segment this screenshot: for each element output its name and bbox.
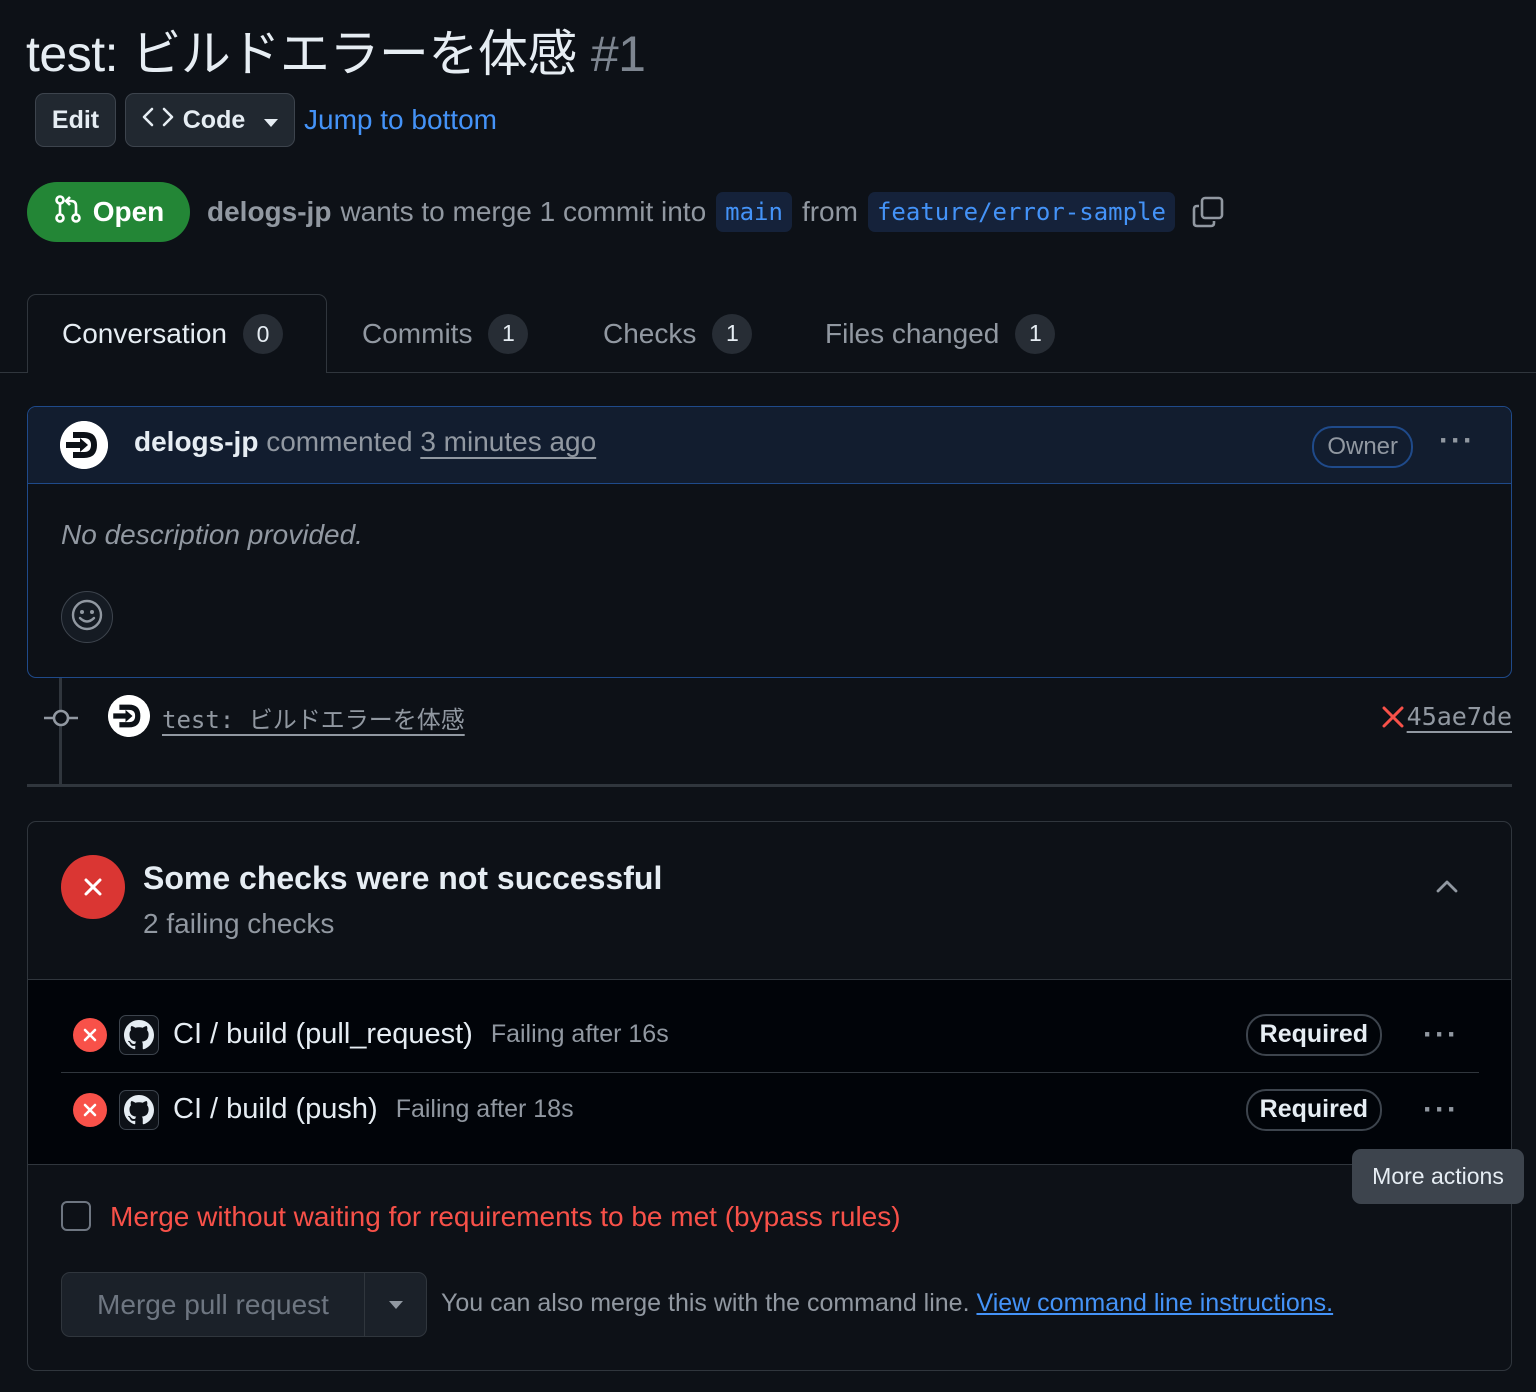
copy-icon[interactable] <box>1191 195 1225 229</box>
more-actions-icon[interactable]: ··· <box>1423 1020 1459 1050</box>
add-reaction-button[interactable] <box>61 591 113 643</box>
check-row: CI / build (push) Failing after 18s Requ… <box>61 1072 1479 1147</box>
tab-files-changed[interactable]: Files changed 1 <box>825 294 1056 373</box>
chevron-up-icon[interactable] <box>1435 878 1459 899</box>
edit-button[interactable]: Edit <box>35 93 116 147</box>
command-line-instructions-link[interactable]: View command line instructions. <box>976 1289 1333 1317</box>
state-badge: Open <box>27 182 190 242</box>
jump-to-bottom-link[interactable]: Jump to bottom <box>304 104 497 136</box>
kebab-menu-icon[interactable]: ··· <box>1439 426 1475 456</box>
head-branch[interactable]: feature/error-sample <box>867 192 1175 232</box>
checks-title: Some checks were not successful <box>143 860 663 896</box>
pr-meta: delogs-jp wants to merge 1 commit into m… <box>207 184 1225 240</box>
merge-text: wants to merge 1 commit into <box>340 196 707 227</box>
command-line-hint: You can also merge this with the command… <box>441 1289 1333 1318</box>
more-actions-tooltip: More actions <box>1352 1149 1524 1204</box>
state-label: Open <box>92 196 165 227</box>
commit-item: test: ビルドエラーを体感 45ae7de <box>0 690 1536 746</box>
commit-message-link[interactable]: test: ビルドエラーを体感 <box>162 700 465 735</box>
tab-conversation[interactable]: Conversation 0 <box>27 294 327 373</box>
comment-meta: delogs-jp commented 3 minutes ago <box>134 426 596 458</box>
page-title: test: ビルドエラーを体感 #1 <box>26 14 646 86</box>
tab-count: 1 <box>712 313 753 354</box>
more-actions-icon[interactable]: ··· <box>1423 1095 1459 1125</box>
git-pull-request-icon <box>53 194 83 231</box>
tab-count: 0 <box>242 314 283 354</box>
required-badge: Required <box>1245 1088 1382 1131</box>
required-badge: Required <box>1245 1013 1382 1056</box>
check-status: Failing after 16s <box>490 1020 669 1048</box>
merge-box: Some checks were not successful 2 failin… <box>27 821 1512 1371</box>
checks-failed-icon <box>61 855 125 919</box>
avatar[interactable] <box>60 421 108 469</box>
check-name[interactable]: CI / build (pull_request) <box>173 1018 473 1051</box>
comment-header: delogs-jp commented 3 minutes ago Owner … <box>28 407 1511 484</box>
check-failed-icon <box>73 1017 107 1052</box>
merge-pull-request-button[interactable]: Merge pull request <box>62 1273 365 1336</box>
from-text: from <box>801 196 858 227</box>
comment-action: commented <box>266 426 413 457</box>
tab-commits[interactable]: Commits 1 <box>362 294 529 373</box>
command-line-text: You can also merge this with the command… <box>441 1289 970 1317</box>
pr-title: test: ビルドエラーを体感 <box>26 26 577 82</box>
comment-card: delogs-jp commented 3 minutes ago Owner … <box>27 406 1512 678</box>
caret-down-icon <box>263 106 279 135</box>
author-link[interactable]: delogs-jp <box>207 196 331 228</box>
code-icon <box>141 105 175 136</box>
checks-subtitle: 2 failing checks <box>143 908 335 939</box>
code-button[interactable]: Code <box>125 93 295 147</box>
pr-number: #1 <box>590 26 646 82</box>
comment-time[interactable]: 3 minutes ago <box>420 426 596 457</box>
bypass-label[interactable]: Merge without waiting for requirements t… <box>110 1201 901 1233</box>
merge-options-dropdown[interactable] <box>365 1273 426 1336</box>
check-status: Failing after 18s <box>395 1095 574 1123</box>
tab-label: Files changed <box>825 317 1000 349</box>
x-fail-icon[interactable] <box>1380 704 1406 735</box>
base-branch[interactable]: main <box>716 192 792 232</box>
tab-label: Checks <box>603 317 697 349</box>
tab-count: 1 <box>488 313 529 354</box>
github-icon <box>119 1014 159 1055</box>
timeline-divider <box>27 784 1512 787</box>
tab-label: Commits <box>362 317 473 349</box>
tab-label: Conversation <box>62 318 227 349</box>
check-failed-icon <box>73 1092 107 1127</box>
checks-list: CI / build (pull_request) Failing after … <box>28 979 1511 1165</box>
comment-body: No description provided. <box>61 519 363 550</box>
merge-button-group: Merge pull request <box>61 1272 427 1337</box>
bypass-checkbox[interactable] <box>61 1201 91 1231</box>
check-name[interactable]: CI / build (push) <box>173 1093 378 1126</box>
smiley-icon <box>70 598 104 637</box>
code-button-label: Code <box>182 105 246 134</box>
check-row: CI / build (pull_request) Failing after … <box>61 997 1479 1073</box>
comment-author[interactable]: delogs-jp <box>134 426 258 457</box>
commit-avatar[interactable] <box>108 695 150 737</box>
commit-sha-link[interactable]: 45ae7de <box>1407 702 1512 731</box>
commit-icon <box>42 704 80 737</box>
caret-down-icon <box>388 1300 403 1309</box>
edit-button-label: Edit <box>51 105 100 134</box>
tab-count: 1 <box>1015 313 1056 354</box>
github-icon <box>119 1089 159 1130</box>
tab-checks[interactable]: Checks 1 <box>603 294 753 373</box>
owner-badge: Owner <box>1312 426 1413 468</box>
